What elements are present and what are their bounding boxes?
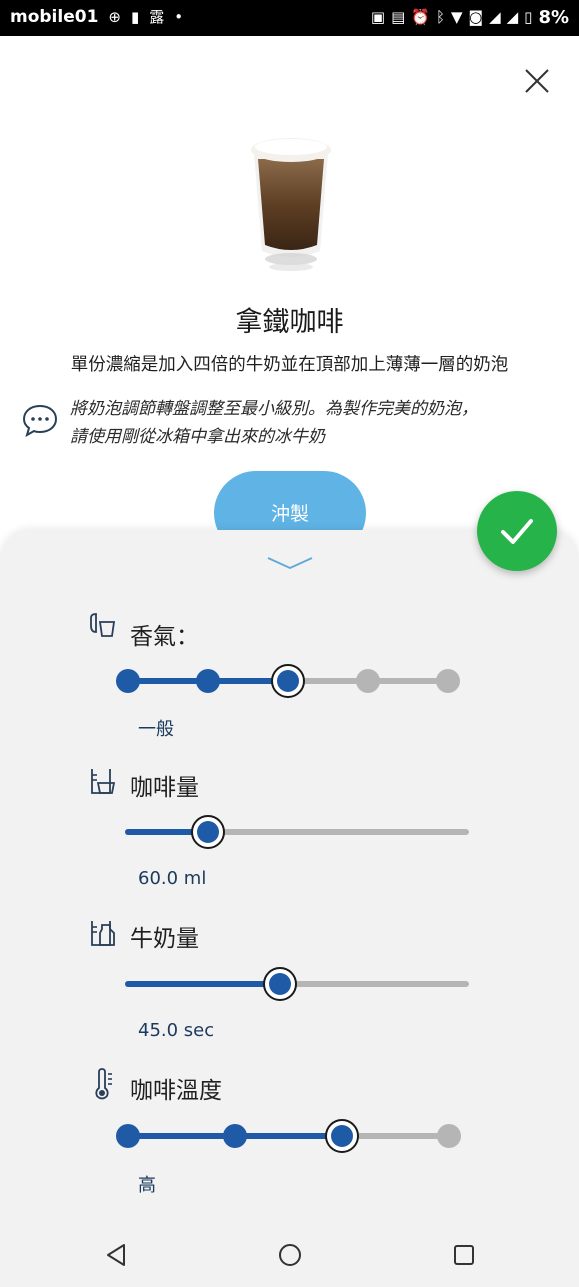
signal-icon-2: ◢: [506, 8, 519, 26]
app-notification-icon: 露: [149, 8, 165, 26]
recents-icon[interactable]: [451, 1242, 477, 1268]
drink-title: 拿鐵咖啡: [235, 307, 344, 338]
aroma-value: 一般: [138, 719, 174, 740]
aroma-slider-step-5[interactable]: [436, 669, 460, 693]
checkmark-icon: [501, 519, 533, 544]
temperature-slider-step-4[interactable]: [437, 1124, 461, 1148]
aroma-slider-step-2[interactable]: [196, 669, 220, 693]
latte-cup-image: [251, 138, 331, 271]
coffee-amount-value: 60.0 ml: [138, 868, 207, 889]
settings-sheet: [0, 530, 579, 1287]
notification-icon: ⊕: [108, 8, 121, 26]
milk-amount-label: 牛奶量: [130, 926, 199, 952]
milk-amount-slider-thumb[interactable]: [262, 967, 297, 1001]
aroma-slider-step-1[interactable]: [116, 669, 140, 693]
alarm-icon: ⏰: [411, 8, 430, 26]
thermometer-icon: [95, 1068, 112, 1100]
wifi-icon: ▼: [450, 8, 463, 26]
battery-icon: ▯: [524, 8, 533, 26]
battery-saver-icon: ▮: [130, 8, 140, 26]
coffee-amount-slider-thumb[interactable]: [190, 815, 225, 849]
signal-icon: ◢: [489, 8, 501, 26]
temperature-slider-step-2[interactable]: [223, 1124, 247, 1148]
milk-amount-slider-track-fill: [125, 981, 280, 987]
aroma-icon: [90, 613, 116, 637]
temperature-label: 咖啡溫度: [130, 1078, 222, 1104]
close-icon[interactable]: [520, 64, 554, 98]
mobile01-logo: mobile01: [10, 7, 99, 27]
aroma-label: 香氣：: [130, 624, 199, 650]
milk-amount-value: 45.0 sec: [138, 1020, 215, 1041]
bluetooth-icon: ᛒ: [435, 8, 445, 26]
coffee-amount-label: 咖啡量: [130, 775, 199, 801]
photo-icon: ▣: [370, 8, 386, 26]
aroma-slider-thumb[interactable]: [271, 664, 305, 698]
status-bar: mobile01 ⊕ ▮ 露 • ▣ ▤ ⏰ ᛒ ▼ ◙ ◢ ◢ ▯ 8%: [0, 0, 579, 36]
back-icon[interactable]: [104, 1242, 130, 1268]
temperature-slider-step-1[interactable]: [116, 1124, 140, 1148]
aroma-slider-step-4[interactable]: [356, 669, 380, 693]
confirm-button[interactable]: [477, 491, 557, 571]
status-right: ▣ ▤ ⏰ ᛒ ▼ ◙ ◢ ◢ ▯ 8%: [371, 6, 569, 28]
tip-line-1: 將奶泡調節轉盤調整至最小級別。為製作完美的奶泡，: [70, 399, 478, 419]
navigation-bar: [0, 1222, 579, 1287]
auto-icon: ▤: [391, 8, 406, 26]
temperature-slider-thumb[interactable]: [325, 1119, 359, 1153]
coffee-amount-icon: [91, 769, 116, 794]
temperature-value: 高: [138, 1175, 156, 1196]
dot-icon: •: [174, 8, 184, 26]
tip-line-2: 請使用剛從冰箱中拿出來的冰牛奶: [70, 427, 325, 447]
drink-description: 單份濃縮是加入四倍的牛奶並在頂部加上薄薄一層的奶泡: [70, 355, 509, 375]
milk-amount-icon: [91, 921, 115, 946]
tip-text: 將奶泡調節轉盤調整至最小級別。為製作完美的奶泡， 請使用剛從冰箱中拿出來的冰牛奶: [70, 395, 560, 451]
home-icon[interactable]: [277, 1242, 303, 1268]
status-left: mobile01 ⊕ ▮ 露 •: [10, 6, 183, 28]
chevron-down-icon[interactable]: [265, 555, 315, 571]
volte-icon: ◙: [468, 8, 484, 26]
battery-percent: 8%: [538, 6, 569, 28]
chat-bubble-icon: [22, 404, 58, 438]
